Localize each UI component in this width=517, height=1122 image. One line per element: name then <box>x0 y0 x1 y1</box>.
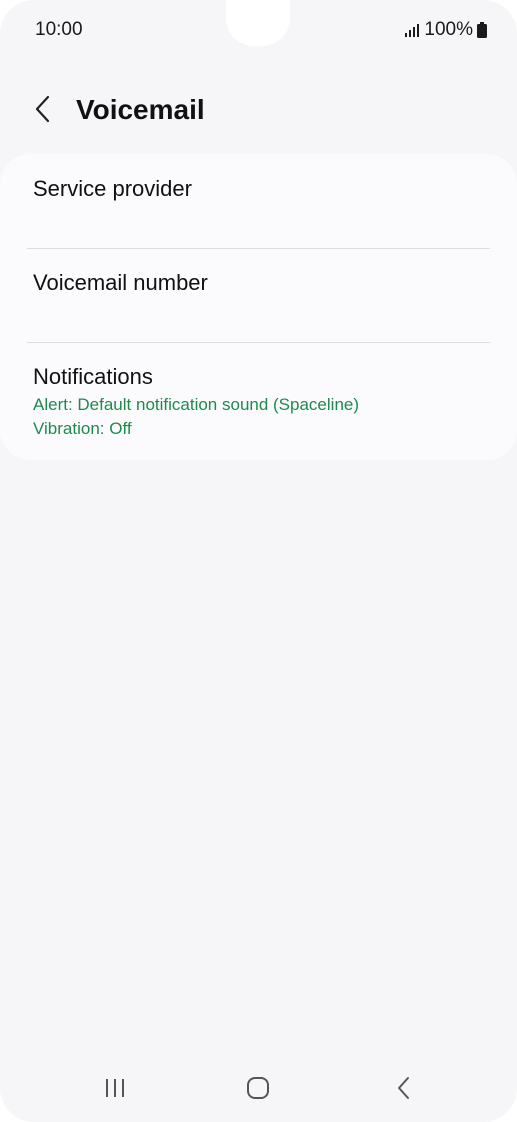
home-icon <box>246 1076 270 1105</box>
battery-percent: 100% <box>424 19 473 40</box>
recent-apps-button[interactable] <box>95 1072 135 1108</box>
setting-title: Service provider <box>33 176 192 201</box>
page-title: Voicemail <box>76 94 205 125</box>
setting-notifications[interactable]: Notifications Alert: Default notificatio… <box>0 343 517 460</box>
setting-voicemail-number[interactable]: Voicemail number <box>0 249 517 342</box>
recent-apps-icon <box>103 1077 127 1104</box>
status-indicators: 100% <box>404 19 487 41</box>
chevron-left-icon <box>34 95 52 128</box>
back-icon <box>396 1076 412 1105</box>
settings-card: Service provider Voicemail number Notifi… <box>0 154 517 460</box>
setting-title: Voicemail number <box>33 270 208 295</box>
battery-icon <box>477 22 487 38</box>
navigation-bar <box>0 1060 517 1120</box>
back-button[interactable] <box>26 92 60 130</box>
setting-subtitle-vibration: Vibration: Off <box>33 419 132 438</box>
status-bar: 10:00 100% <box>0 0 517 60</box>
signal-bars-icon <box>404 22 420 38</box>
status-time: 10:00 <box>35 19 83 40</box>
setting-title: Notifications <box>33 364 153 389</box>
setting-service-provider[interactable]: Service provider <box>0 154 517 248</box>
setting-subtitle-alert: Alert: Default notification sound (Space… <box>33 395 360 414</box>
phone-screen: 10:00 100% Voicemail Service provider Vo… <box>0 0 517 1122</box>
app-bar: Voicemail <box>0 80 517 142</box>
system-back-button[interactable] <box>384 1072 424 1108</box>
home-button[interactable] <box>238 1072 278 1108</box>
